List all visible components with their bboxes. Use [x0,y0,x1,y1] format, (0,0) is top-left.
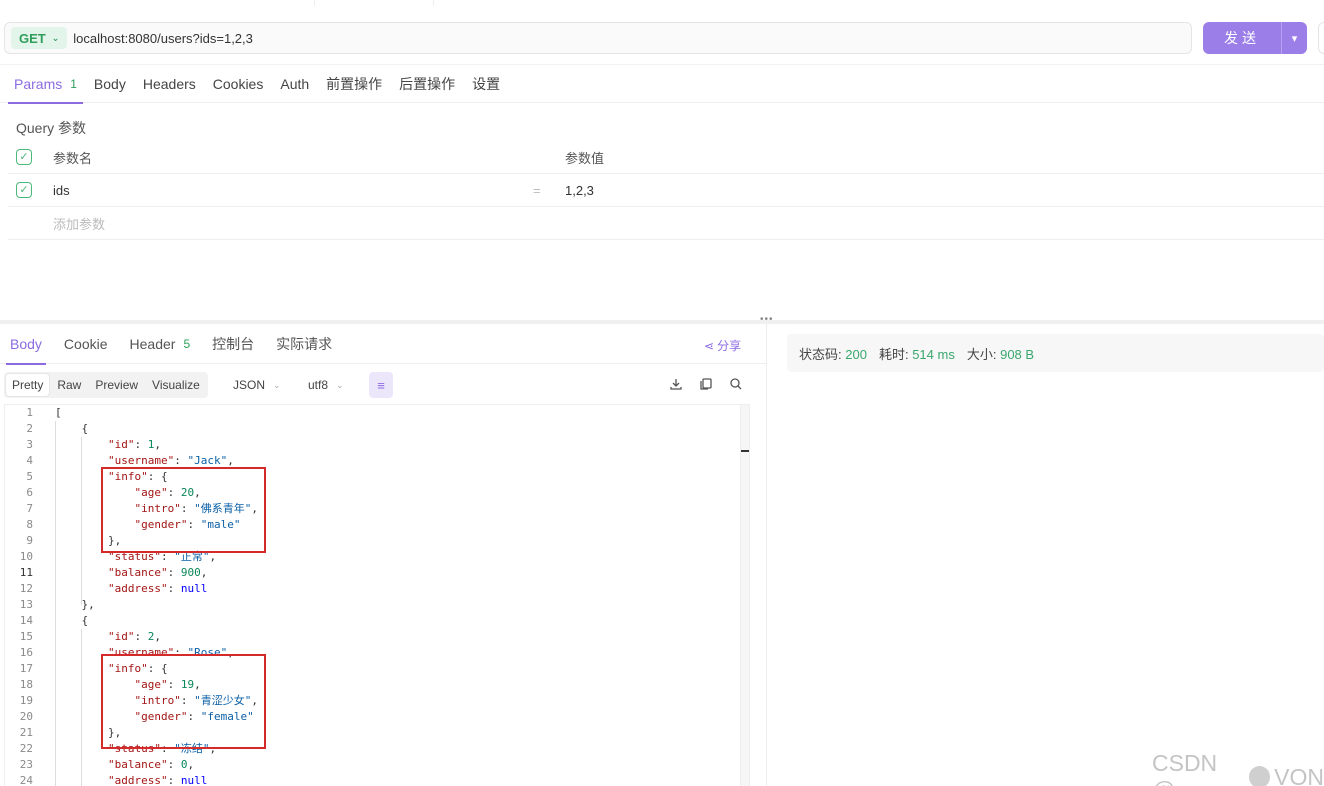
tab-cookies[interactable]: Cookies [213,64,264,103]
param-key[interactable]: ids [53,183,70,198]
response-time-value: 514 ms [912,346,955,362]
response-time-label: 耗时: [878,346,909,362]
search-icon[interactable] [728,376,744,392]
chevron-down-icon: ⌄ [273,379,281,390]
response-tabs: Body Cookie Header 5 控制台 实际请求 [0,324,766,365]
status-code: 状态码: 200 [799,344,867,363]
app-root: GET ⌄ 发送 ▾ Params 1 Body Headers Cookies… [0,0,1324,786]
tab-body[interactable]: Body [94,64,126,103]
response-time: 耗时: 514 ms [879,344,955,363]
watermark-avatar-icon [1248,766,1271,786]
tab-console[interactable]: 控制台 [212,324,254,364]
tab-headers[interactable]: Headers [143,64,196,103]
view-pretty[interactable]: Pretty [6,374,50,396]
format-label: JSON [233,378,266,392]
share-icon: ⋖ [704,338,715,353]
tab-response-cookie[interactable]: Cookie [64,324,108,364]
response-size-value: 908 B [1000,346,1035,362]
highlight-box [101,467,266,553]
tab-params[interactable]: Params 1 [8,64,83,104]
extra-button[interactable] [1318,22,1324,54]
encoding-select[interactable]: utf8 ⌄ [308,378,344,392]
share-label: 分享 [717,339,742,353]
line-numbers: 1234 5678 9 10 11 12 13 14 15 16 17 18 19 20 21 22… [19,406,33,786]
window-tab-edge [314,0,434,6]
response-status-bar: 状态码: 200 耗时: 514 ms 大小: 908 B [787,334,1324,372]
view-raw[interactable]: Raw [51,374,87,396]
scrollbar-thumb[interactable] [741,450,749,452]
query-params-title: Query 参数 [16,120,87,136]
tab-response-header[interactable]: Header 5 [130,324,191,364]
params-count-badge: 1 [70,76,77,91]
tab-response-body[interactable]: Body [6,324,46,365]
method-select[interactable]: GET ⌄ [11,27,68,49]
format-select[interactable]: JSON ⌄ [233,378,281,392]
view-visualize[interactable]: Visualize [146,374,206,396]
word-wrap-icon[interactable]: ≡ [369,372,393,398]
param-value[interactable]: 1,2,3 [565,183,594,198]
request-tabs: Params 1 Body Headers Cookies Auth 前置操作 … [0,64,1324,104]
status-code-label: 状态码: [799,346,842,362]
tab-pre-request[interactable]: 前置操作 [326,64,382,103]
response-size: 大小: 908 B [967,344,1034,363]
watermark-text: CSDN @ [1152,750,1218,786]
param-key-header: 参数名 [53,150,93,166]
send-button[interactable]: 发送 [1203,22,1282,54]
select-all-checkbox[interactable]: ✓ [16,149,32,165]
share-button[interactable]: ⋖ 分享 [704,337,741,354]
url-bar: GET ⌄ [4,22,1192,54]
tab-params-label: Params [14,75,63,92]
param-value-header: 参数值 [565,150,605,166]
highlight-box [101,654,266,749]
watermark-name: VON [1274,763,1324,786]
send-options-chevron-icon[interactable]: ▾ [1282,22,1307,54]
param-equals: = [533,182,541,198]
view-preview[interactable]: Preview [89,374,144,396]
tab-post-request[interactable]: 后置操作 [399,64,455,103]
tab-response-header-label: Header [129,335,176,352]
header-count-badge: 5 [183,336,191,351]
copy-icon[interactable] [698,376,714,392]
send-button-group: 发送 ▾ [1203,22,1307,54]
view-mode-group: Pretty Raw Preview Visualize [4,372,208,398]
editor-scrollbar[interactable] [740,405,749,786]
chevron-down-icon: ⌄ [51,32,60,43]
encoding-label: utf8 [308,378,329,392]
tab-actual-request[interactable]: 实际请求 [276,324,332,364]
download-icon[interactable] [668,376,684,392]
params-header-row: ✓ 参数名 参数值 [8,141,1324,174]
response-size-label: 大小: [966,346,997,362]
url-input[interactable] [73,30,1074,46]
status-code-value: 200 [845,346,867,362]
tab-settings[interactable]: 设置 [472,64,500,103]
vertical-divider[interactable] [766,324,767,786]
param-enabled-checkbox[interactable]: ✓ [16,182,32,198]
tab-auth[interactable]: Auth [280,64,309,103]
add-param-input[interactable]: 添加参数 [53,214,105,233]
param-row: ✓ ids = 1,2,3 [8,174,1324,207]
chevron-down-icon: ⌄ [336,379,344,390]
watermark: CSDN @ VON [1152,750,1324,786]
method-label: GET [19,30,46,46]
add-param-row: 添加参数 [8,207,1324,240]
